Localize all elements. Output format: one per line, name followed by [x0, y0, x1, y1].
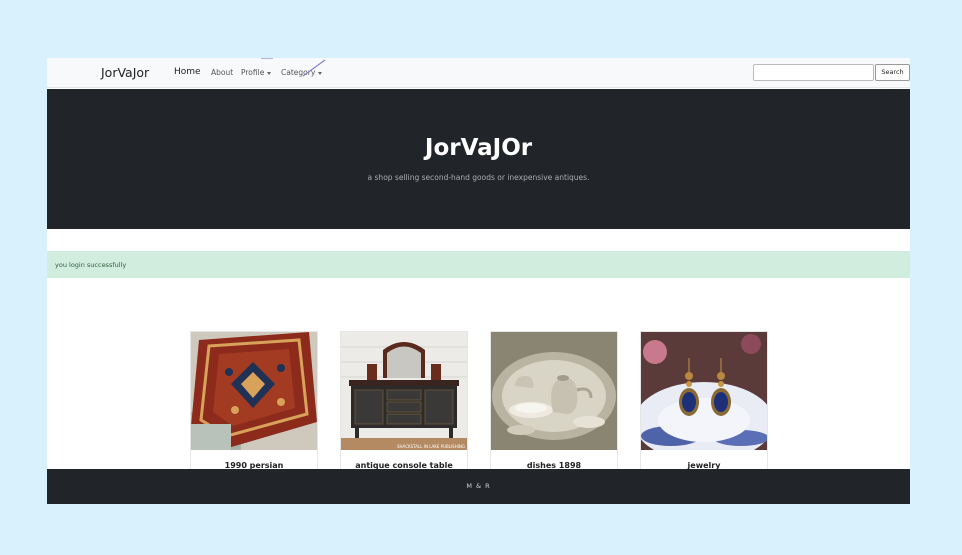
hero-banner: JorVaJOr a shop selling second-hand good… — [47, 89, 910, 229]
navbar: JorVaJor Home About Profile Category Sea… — [47, 58, 910, 88]
product-card[interactable]: jewelry — [640, 331, 768, 471]
hero-subtitle: a shop selling second-hand goods or inex… — [367, 173, 590, 182]
browser-viewport: JorVaJor Home About Profile Category Sea… — [47, 58, 910, 504]
search-input[interactable] — [753, 64, 874, 81]
footer-text: M & R — [466, 482, 491, 490]
product-card[interactable]: 1990 persian — [190, 331, 318, 471]
nav-home-link[interactable]: Home — [174, 67, 201, 77]
footer: M & R — [47, 469, 910, 504]
hero-title: JorVaJOr — [424, 135, 533, 161]
earrings-image — [641, 332, 767, 450]
alert-message: you login successfully — [55, 261, 127, 269]
image-watermark: SHACKSTALL IN LAKE PUBLISHING — [397, 444, 465, 449]
console-table-image: SHACKSTALL IN LAKE PUBLISHING — [341, 332, 467, 450]
silver-dishes-image — [491, 332, 617, 450]
product-card[interactable]: SHACKSTALL IN LAKE PUBLISHING antique co… — [340, 331, 468, 471]
pen-annotation — [261, 58, 326, 77]
nav-about-link[interactable]: About — [211, 68, 233, 77]
search-button[interactable]: Search — [875, 64, 910, 81]
success-alert: you login successfully — [47, 251, 910, 278]
product-card[interactable]: dishes 1898 — [490, 331, 618, 471]
navbar-brand[interactable]: JorVaJor — [101, 65, 149, 80]
persian-rug-image — [191, 332, 317, 450]
